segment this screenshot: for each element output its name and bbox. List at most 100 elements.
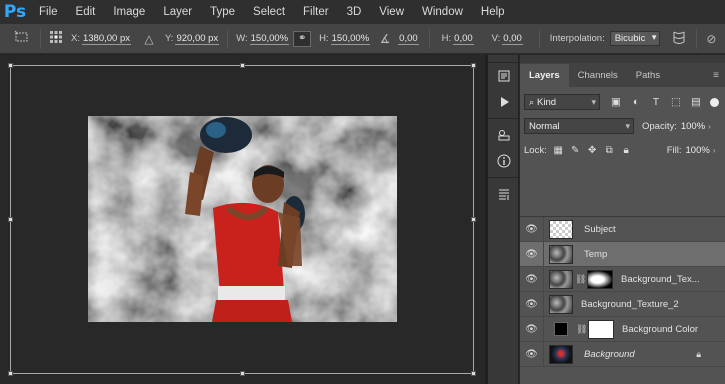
x-label: X: xyxy=(71,33,80,44)
menu-3d[interactable]: 3D xyxy=(338,0,371,24)
transform-handle-bottom-left[interactable] xyxy=(8,371,13,376)
visibility-eye-icon[interactable]: 👁︎ xyxy=(520,341,544,367)
menu-window[interactable]: Window xyxy=(413,0,472,24)
visibility-eye-icon[interactable]: 👁︎ xyxy=(520,241,544,267)
transform-handle-top[interactable] xyxy=(240,63,245,68)
blend-mode-select[interactable]: Normal xyxy=(524,118,634,134)
menu-edit[interactable]: Edit xyxy=(67,0,105,24)
layer-thumbnail xyxy=(549,244,573,264)
lock-artboard-icon[interactable]: ⧉ xyxy=(601,145,618,156)
h-field[interactable]: 150,00% xyxy=(330,33,371,45)
visibility-eye-icon[interactable]: 👁︎ xyxy=(520,291,544,317)
layer-name: Subject xyxy=(584,223,616,235)
warp-mode-icon[interactable] xyxy=(666,29,692,48)
adjustment-filter-icon[interactable]: ◐ xyxy=(626,96,646,108)
transform-handle-bottom-right[interactable] xyxy=(471,371,476,376)
smart-object-filter-icon[interactable]: ▤ xyxy=(686,96,706,108)
fill-color-thumbnail[interactable] xyxy=(554,322,568,336)
menu-filter[interactable]: Filter xyxy=(294,0,338,24)
transform-handle-right[interactable] xyxy=(471,217,476,222)
transform-handle-top-left[interactable] xyxy=(8,63,13,68)
menu-layer[interactable]: Layer xyxy=(154,0,201,24)
menu-bar: Ps File Edit Image Layer Type Select Fil… xyxy=(0,0,725,24)
delta-icon[interactable]: △ xyxy=(139,32,159,46)
filter-row: ⌕ Kind ▣ ◐ T ⬚ ▤ xyxy=(520,91,725,113)
pixel-filter-icon[interactable]: ▣ xyxy=(606,96,626,108)
mask-link-icon[interactable]: ⛓︎ xyxy=(575,274,586,285)
layer-name: Background xyxy=(584,348,635,360)
layer-thumbnail xyxy=(549,269,573,289)
lock-image-pixels-icon[interactable]: ✎ xyxy=(567,145,584,156)
layers-list: 👁︎ Subject 👁︎ Temp 👁︎ ⛓︎ Background_Tex.… xyxy=(520,216,725,367)
filter-toggle-icon[interactable] xyxy=(710,97,719,107)
photoshop-logo: Ps xyxy=(3,2,27,22)
layer-row[interactable]: 👁︎ Background_Texture_2 xyxy=(520,291,725,317)
transform-handle-bottom[interactable] xyxy=(240,371,245,376)
menu-select[interactable]: Select xyxy=(244,0,294,24)
transform-handle-left[interactable] xyxy=(8,217,13,222)
filter-kind-select[interactable]: ⌕ Kind xyxy=(524,94,600,110)
transform-handle-top-right[interactable] xyxy=(471,63,476,68)
opacity-dropdown-icon[interactable]: › xyxy=(708,122,711,131)
layer-comps-icon[interactable] xyxy=(488,181,519,207)
shape-filter-icon[interactable]: ⬚ xyxy=(666,96,686,108)
layer-thumbnail xyxy=(549,219,573,239)
fill-dropdown-icon[interactable]: › xyxy=(713,146,716,155)
info-icon[interactable] xyxy=(488,148,519,174)
dock-grip[interactable] xyxy=(488,55,518,63)
mask-link-icon[interactable]: ⛓︎ xyxy=(576,324,587,335)
document-image xyxy=(88,116,397,322)
menu-help[interactable]: Help xyxy=(472,0,514,24)
history-icon[interactable] xyxy=(488,63,519,89)
visibility-eye-icon[interactable]: 👁︎ xyxy=(520,266,544,292)
tab-paths[interactable]: Paths xyxy=(627,64,669,87)
search-icon: ⌕ xyxy=(529,96,535,107)
interpolation-select[interactable]: Bicubic xyxy=(609,31,661,46)
vskew-field[interactable]: 0,00 xyxy=(502,33,523,45)
panel-menu-icon[interactable]: ≡ xyxy=(713,70,719,81)
lock-transparent-pixels-icon[interactable]: ▦ xyxy=(550,145,567,156)
fill-field[interactable]: 100% xyxy=(686,145,710,156)
type-filter-icon[interactable]: T xyxy=(646,96,666,108)
layer-row[interactable]: 👁︎ ⛓︎ Background Color xyxy=(520,316,725,342)
canvas-area[interactable] xyxy=(0,55,485,384)
visibility-eye-icon[interactable]: 👁︎ xyxy=(520,216,544,242)
vskew-label: V: xyxy=(491,33,501,44)
layer-lock-icon: 🔒︎ xyxy=(696,348,701,359)
lock-position-icon[interactable]: ✥ xyxy=(584,145,601,156)
hskew-field[interactable]: 0,00 xyxy=(453,33,474,45)
opacity-field[interactable]: 100% xyxy=(681,121,705,132)
fill-label: Fill: xyxy=(666,144,682,156)
layer-mask-thumbnail[interactable] xyxy=(587,269,613,289)
separator xyxy=(428,28,430,49)
menu-view[interactable]: View xyxy=(370,0,413,24)
filter-kind-label: Kind xyxy=(537,96,557,108)
menu-type[interactable]: Type xyxy=(201,0,244,24)
w-field[interactable]: 150,00% xyxy=(249,33,290,45)
lock-row: Lock: ▦ ✎ ✥ ⧉ 🔒︎ Fill: 100% › xyxy=(520,139,725,161)
layer-mask-thumbnail[interactable] xyxy=(588,319,614,339)
link-proportions-button[interactable]: ⚭ xyxy=(293,30,312,47)
transform-tool-icon[interactable] xyxy=(8,30,36,47)
menu-image[interactable]: Image xyxy=(104,0,154,24)
properties-icon[interactable] xyxy=(488,122,519,148)
blend-row: Normal Opacity: 100% › xyxy=(520,115,725,137)
separator xyxy=(538,28,540,49)
tab-channels[interactable]: Channels xyxy=(569,64,627,87)
panel-title-bar[interactable] xyxy=(520,55,725,63)
menu-file[interactable]: File xyxy=(30,0,67,24)
cancel-transform-icon[interactable]: ⊘ xyxy=(701,32,721,46)
visibility-eye-icon[interactable]: 👁︎ xyxy=(520,316,544,342)
layer-row[interactable]: 👁︎ ⛓︎ Background_Tex... xyxy=(520,266,725,292)
layer-row[interactable]: 👁︎ Subject xyxy=(520,216,725,242)
layer-row[interactable]: 👁︎ Background 🔒︎ xyxy=(520,341,725,367)
tab-layers[interactable]: Layers xyxy=(520,64,569,87)
actions-play-icon[interactable] xyxy=(488,89,519,115)
x-field[interactable]: 1380,00 px xyxy=(81,33,131,45)
y-field[interactable]: 920,00 px xyxy=(175,33,220,45)
layer-name: Temp xyxy=(584,248,608,260)
lock-all-icon[interactable]: 🔒︎ xyxy=(618,145,635,156)
reference-point-icon[interactable] xyxy=(45,30,67,47)
angle-field[interactable]: 0,00 xyxy=(398,33,419,45)
layer-row[interactable]: 👁︎ Temp xyxy=(520,241,725,267)
